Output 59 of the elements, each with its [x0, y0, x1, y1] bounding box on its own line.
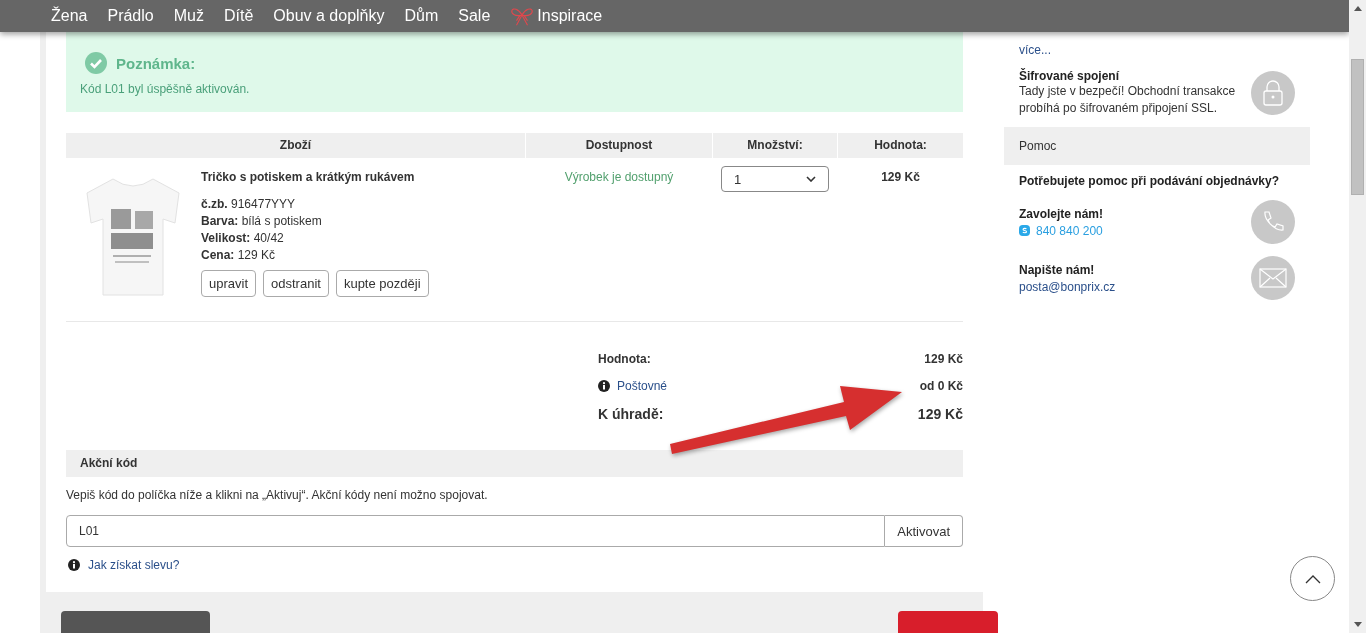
item-action-button[interactable]: upravit	[201, 270, 257, 297]
column-header: Hodnota:	[838, 133, 963, 158]
more-link[interactable]: více...	[1019, 43, 1051, 57]
product-detail: Cena: 129 Kč	[201, 247, 277, 264]
total-value: od 0 Kč	[919, 379, 963, 393]
scroll-down-icon[interactable]	[1353, 622, 1362, 627]
total-label: K úhradě:	[598, 406, 664, 422]
scrollbar[interactable]	[1349, 0, 1366, 633]
help-question: Potřebujete pomoc při podávání objednávky?	[1018, 174, 1281, 188]
nav-link[interactable]: Dítě	[223, 7, 254, 25]
nav-link[interactable]: Prádlo	[107, 7, 154, 25]
product-detail: Barva: bílá s potiskem	[201, 213, 323, 230]
product-detail: Velikost: 40/42	[201, 230, 285, 247]
back-to-top-button[interactable]	[1290, 556, 1335, 601]
secure-text: Tady jste v bezpečí! Obchodní transakce probíhá po šifrovaném připojení SSL.	[1019, 83, 1237, 117]
scroll-up-icon[interactable]	[1353, 6, 1362, 11]
item-action-button[interactable]: odstranit	[263, 270, 329, 297]
nav-link[interactable]: Dům	[404, 7, 439, 25]
nav-link[interactable]: Žena	[51, 7, 88, 25]
nav-link[interactable]: Sale	[458, 7, 491, 25]
nav-link[interactable]: Inspirace	[537, 7, 603, 25]
phone-icon	[1251, 200, 1295, 244]
note-title: Poznámka:	[116, 54, 196, 72]
chevron-down-icon	[806, 176, 816, 182]
total-value: 129 Kč	[924, 352, 963, 366]
info-icon	[598, 380, 610, 392]
call-title: Zavolejte nám!	[1019, 206, 1104, 221]
info-icon	[68, 559, 80, 571]
note-text: Kód L01 byl úspěšně aktivován.	[80, 82, 251, 96]
discount-help-link[interactable]: Jak získat slevu?	[88, 558, 180, 572]
column-header: Zboží	[66, 133, 525, 158]
padlock-icon	[1251, 71, 1295, 115]
nav-link[interactable]: Muž	[173, 7, 204, 25]
nav-link[interactable]: Obuv a doplňky	[273, 7, 385, 25]
total-value: 129 Kč	[917, 406, 963, 422]
shipping-link[interactable]: Poštovné	[617, 379, 668, 393]
promo-code-field[interactable]: L01	[66, 515, 886, 547]
chevron-up-icon	[1304, 573, 1321, 584]
write-title: Napište nám!	[1019, 262, 1096, 277]
column-header: Množství:	[713, 133, 837, 158]
email-link[interactable]: posta@bonprix.cz	[1019, 279, 1116, 294]
secure-title: Šifrované spojení	[1019, 69, 1121, 83]
check-icon	[85, 52, 107, 74]
activate-button[interactable]: Aktivovat	[885, 515, 963, 547]
item-action-button[interactable]: kupte později	[335, 270, 429, 297]
bow-icon	[510, 5, 535, 27]
availability-text: Výrobek je dostupný	[564, 170, 674, 184]
promo-hint: Vepiš kód do políčka níže a klikni na „Aktivuj“. Akční kódy není možno spojovat.	[66, 488, 489, 502]
envelope-icon	[1251, 256, 1295, 300]
quantity-select[interactable]: 1	[721, 166, 829, 192]
item-value: 129 Kč	[881, 170, 920, 184]
product-name: Tričko s potiskem a krátkým rukávem	[201, 170, 416, 184]
total-label: Hodnota:	[598, 352, 651, 366]
product-detail: č.zb. 916477YYY	[201, 196, 297, 213]
column-header: Dostupnost	[526, 133, 712, 158]
scrollbar-thumb[interactable]	[1351, 59, 1364, 195]
skype-icon	[1019, 225, 1030, 236]
help-header: Pomoc	[1004, 127, 1310, 165]
section-header: Akční kód	[66, 450, 963, 477]
